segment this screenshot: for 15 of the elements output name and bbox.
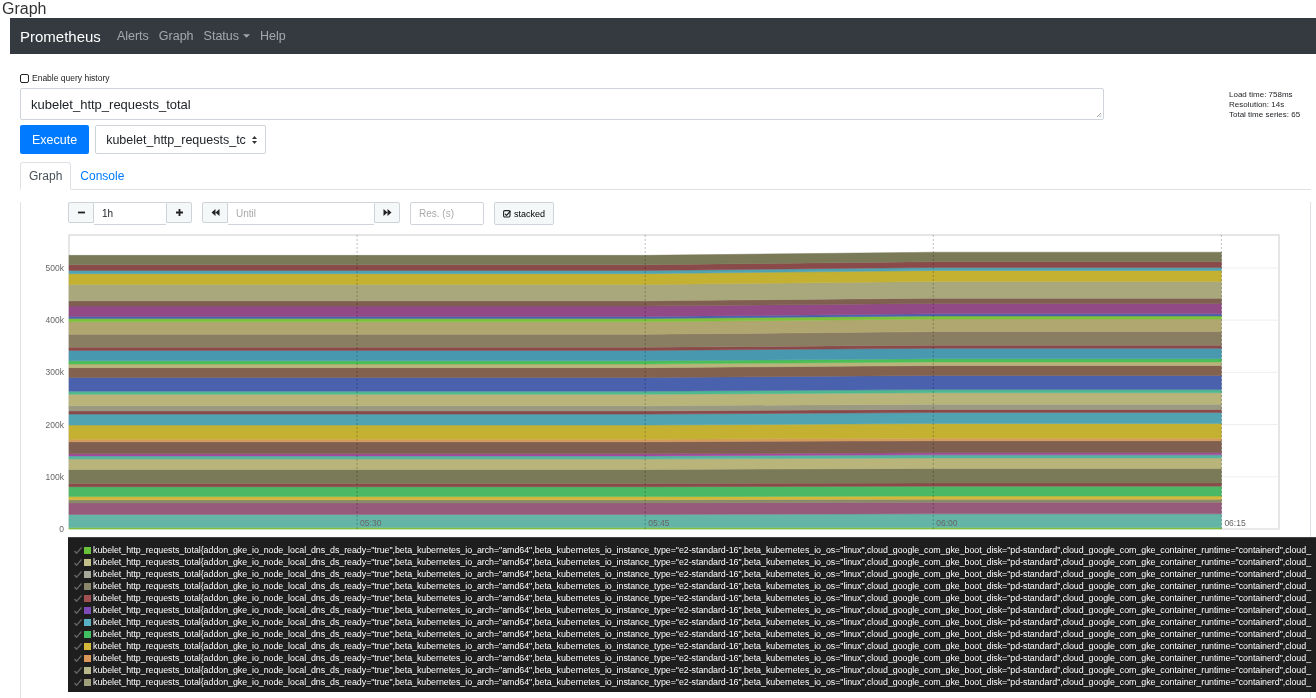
x-axis-label: 05:45 — [648, 518, 670, 528]
x-axis-label: 06:15 — [1224, 518, 1246, 528]
stat-text: Resolution: 14s — [1229, 100, 1286, 110]
y-axis-label: 500k — [45, 262, 64, 273]
stat-text: Total time series: 65 — [1229, 110, 1302, 120]
y-axis-label: 200k — [45, 419, 64, 430]
y-axis-label: 400k — [45, 315, 64, 326]
y-axis-label: 300k — [45, 367, 64, 378]
stat-text: Load time: 758ms — [1229, 90, 1294, 100]
y-axis-label: 0 — [59, 524, 64, 534]
checkbox-label: Enable query history — [32, 73, 110, 83]
y-axis-label: 100k — [45, 471, 64, 482]
x-axis-label: 06:00 — [936, 518, 958, 528]
page-heading: Graph — [2, 1, 47, 17]
x-axis-label: 05:30 — [360, 518, 382, 528]
